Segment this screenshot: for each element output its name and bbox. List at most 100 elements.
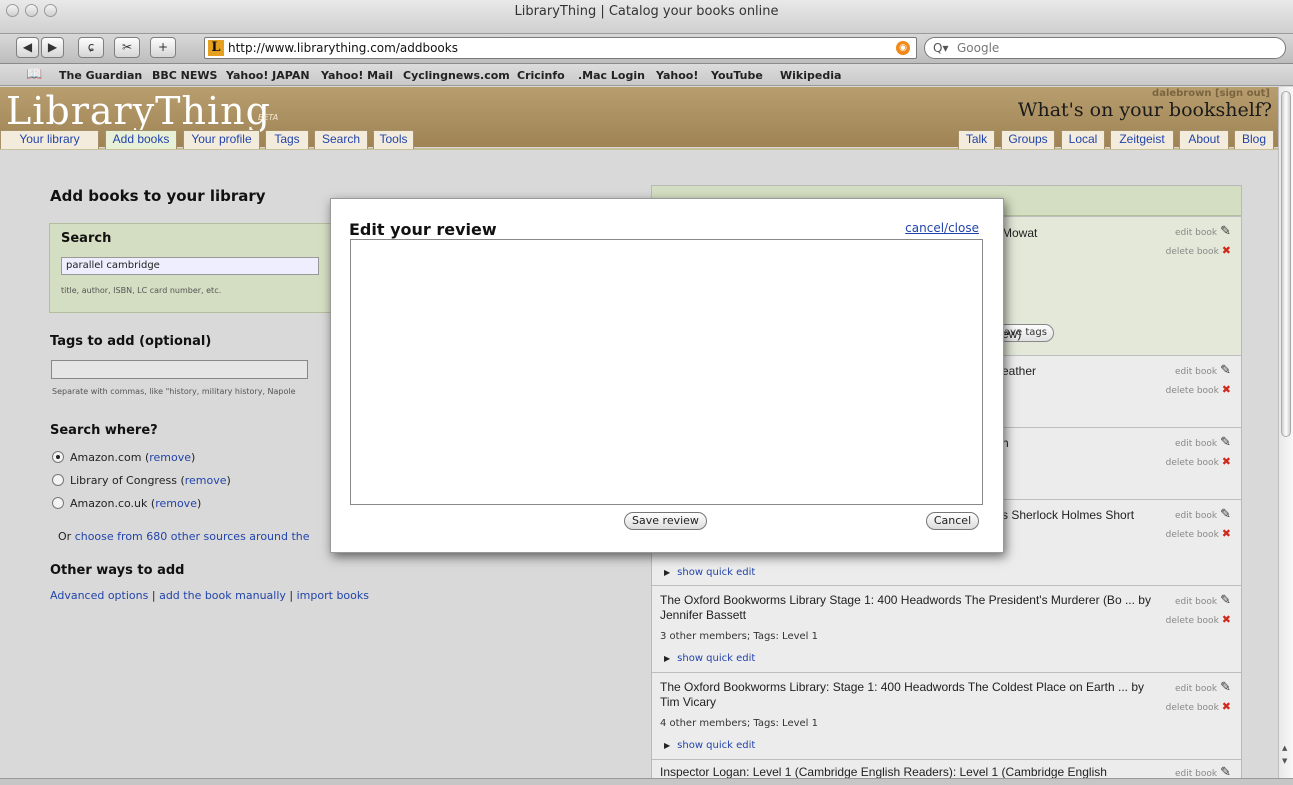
edit-book-link[interactable]: edit book ✎: [1175, 593, 1231, 608]
cancel-close-link[interactable]: cancel/close: [905, 221, 979, 235]
tab-groups[interactable]: Groups: [1001, 130, 1055, 149]
bookmark-item[interactable]: Cricinfo: [517, 69, 565, 82]
book-title-partial[interactable]: eather: [1002, 364, 1036, 378]
edit-review-dialog: Edit your review cancel/close Save revie…: [330, 198, 1004, 553]
tab-tools[interactable]: Tools: [373, 130, 414, 149]
book-search-input[interactable]: parallel cambridge: [61, 257, 319, 275]
remove-link[interactable]: remove: [185, 474, 227, 487]
reload-button[interactable]: ɕ: [78, 37, 104, 58]
source-option-amazon-com[interactable]: Amazon.com (remove): [52, 451, 195, 464]
tab-blog[interactable]: Blog: [1234, 130, 1274, 149]
advanced-options-link[interactable]: Advanced options: [50, 589, 148, 602]
remove-link[interactable]: remove: [155, 497, 197, 510]
page-scrollbar[interactable]: ▲ ▼: [1278, 87, 1293, 778]
forward-button[interactable]: ▶: [41, 37, 64, 58]
pencil-icon: ✎: [1220, 680, 1231, 695]
remove-link[interactable]: remove: [149, 451, 191, 464]
tab-add-books[interactable]: Add books: [105, 130, 177, 149]
show-quick-edit-link[interactable]: show quick edit: [664, 567, 755, 578]
delete-x-icon: ✖: [1221, 383, 1231, 396]
book-title-link[interactable]: The Oxford Bookworms Library Stage 1: 40…: [660, 593, 1160, 623]
bookmark-item[interactable]: .Mac Login: [578, 69, 645, 82]
radio-button[interactable]: [52, 497, 64, 509]
page-title: Add books to your library: [50, 187, 266, 205]
book-row: The Oxford Bookworms Library: Stage 1: 4…: [652, 672, 1241, 759]
choose-sources-link[interactable]: choose from 680 other sources around the: [75, 530, 310, 543]
book-title-partial[interactable]: Mowat: [1002, 226, 1037, 240]
book-icon[interactable]: 📖: [26, 67, 42, 82]
bookmark-item[interactable]: YouTube: [711, 69, 763, 82]
delete-book-link[interactable]: delete book ✖: [1166, 613, 1231, 626]
delete-book-link[interactable]: delete book ✖: [1166, 455, 1231, 468]
site-logo[interactable]: LibraryThing: [6, 89, 271, 133]
back-button[interactable]: ◀: [16, 37, 39, 58]
radio-button[interactable]: [52, 474, 64, 486]
scrollbar-thumb[interactable]: [1281, 91, 1291, 437]
scroll-down-arrow-icon[interactable]: ▼: [1282, 757, 1287, 765]
delete-x-icon: ✖: [1221, 527, 1231, 540]
tab-about[interactable]: About: [1179, 130, 1229, 149]
save-review-button[interactable]: Save review: [624, 512, 707, 530]
bookmark-item[interactable]: Yahoo!: [656, 69, 698, 82]
source-option-amazon-co-uk[interactable]: Amazon.co.uk (remove): [52, 497, 201, 510]
bookmark-item[interactable]: Wikipedia: [780, 69, 841, 82]
browser-toolbar: ◀ ▶ ɕ ✂ + L http://www.librarything.com/…: [0, 34, 1293, 64]
tags-input[interactable]: [51, 360, 308, 379]
edit-book-link[interactable]: edit book ✎: [1175, 680, 1231, 695]
tags-heading: Tags to add (optional): [50, 334, 212, 349]
window-titlebar: LibraryThing | Catalog your books online: [0, 0, 1293, 34]
add-bookmark-button[interactable]: +: [150, 37, 176, 58]
bookmark-item[interactable]: Yahoo! Mail: [321, 69, 393, 82]
scroll-up-arrow-icon[interactable]: ▲: [1282, 744, 1287, 752]
tab-search[interactable]: Search: [314, 130, 368, 149]
reload-icon: ɕ: [87, 40, 95, 54]
tab-zeitgeist[interactable]: Zeitgeist: [1110, 130, 1174, 149]
beta-badge: BETA: [258, 113, 279, 122]
cancel-button[interactable]: Cancel: [926, 512, 979, 530]
show-quick-edit-link[interactable]: show quick edit: [664, 740, 755, 751]
delete-x-icon: ✖: [1221, 455, 1231, 468]
delete-book-link[interactable]: delete book ✖: [1166, 527, 1231, 540]
tab-your-profile[interactable]: Your profile: [183, 130, 260, 149]
add-manually-link[interactable]: add the book manually: [159, 589, 286, 602]
pencil-icon: ✎: [1220, 507, 1231, 522]
bookmark-item[interactable]: Yahoo! JAPAN: [226, 69, 310, 82]
tab-your-library[interactable]: Your library: [0, 130, 99, 149]
book-row: The Oxford Bookworms Library Stage 1: 40…: [652, 585, 1241, 672]
edit-book-link[interactable]: edit book ✎: [1175, 507, 1231, 522]
bookmark-item[interactable]: BBC NEWS: [152, 69, 217, 82]
source-option-library-of-congress[interactable]: Library of Congress (remove): [52, 474, 231, 487]
delete-book-link[interactable]: delete book ✖: [1166, 383, 1231, 396]
tab-talk[interactable]: Talk: [958, 130, 995, 149]
bookmark-item[interactable]: The Guardian: [59, 69, 142, 82]
snapback-button[interactable]: ✂: [114, 37, 140, 58]
book-meta: 3 other members; Tags: Level 1: [660, 631, 818, 642]
edit-book-link[interactable]: edit book ✎: [1175, 224, 1231, 239]
delete-book-label: delete book: [1165, 703, 1219, 713]
paren: ): [191, 451, 196, 464]
tab-tags[interactable]: Tags: [265, 130, 309, 149]
book-title-link[interactable]: The Oxford Bookworms Library: Stage 1: 4…: [660, 680, 1160, 710]
edit-book-label: edit book: [1175, 684, 1218, 694]
delete-book-link[interactable]: delete book ✖: [1166, 244, 1231, 257]
delete-book-label: delete book: [1165, 386, 1219, 396]
edit-book-link[interactable]: edit book ✎: [1175, 363, 1231, 378]
tags-hint: Separate with commas, like "history, mil…: [52, 387, 296, 396]
import-books-link[interactable]: import books: [297, 589, 369, 602]
review-textarea[interactable]: [350, 239, 983, 505]
signin-link[interactable]: dalebrown [sign out]: [1152, 88, 1270, 99]
address-bar[interactable]: L http://www.librarything.com/addbooks ◉: [204, 37, 917, 59]
rss-icon[interactable]: ◉: [896, 41, 910, 55]
show-quick-edit-link[interactable]: show quick edit: [664, 653, 755, 664]
delete-book-label: delete book: [1165, 616, 1219, 626]
edit-book-link[interactable]: edit book ✎: [1175, 435, 1231, 450]
delete-book-label: delete book: [1165, 458, 1219, 468]
book-title-partial[interactable]: s Sherlock Holmes Short: [1002, 508, 1134, 522]
review-link-partial[interactable]: ew): [1002, 327, 1021, 341]
bookmark-item[interactable]: Cyclingnews.com: [403, 69, 510, 82]
search-icon[interactable]: Q▾: [933, 41, 948, 55]
browser-search-input[interactable]: Q▾ Google: [924, 37, 1286, 59]
tab-local[interactable]: Local: [1061, 130, 1105, 149]
delete-book-link[interactable]: delete book ✖: [1166, 700, 1231, 713]
radio-button-selected[interactable]: [52, 451, 64, 463]
